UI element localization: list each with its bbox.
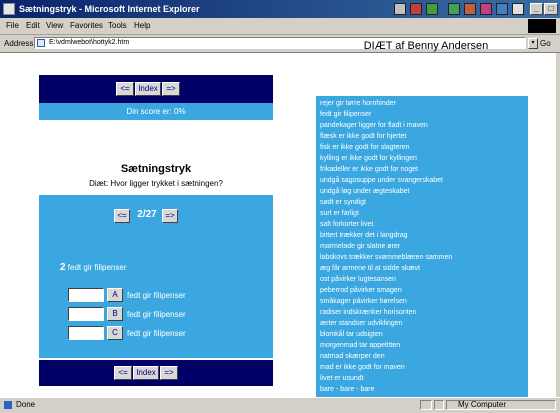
poem-line: flæsk er ikke godt for hjertet <box>320 133 407 140</box>
zone-text: My Computer <box>458 400 507 409</box>
score-text: Din score er: 0% <box>39 103 273 120</box>
question-sentence: 2 fedt gir filipenser <box>60 262 127 273</box>
poem-line: rejer gir tørre hornhinder <box>320 100 396 107</box>
exercise-title: Sætningstryk <box>120 163 192 175</box>
bottom-prev-button[interactable]: <= <box>114 366 132 380</box>
poem-line: livet er usundt <box>320 375 364 382</box>
answer-a-button[interactable]: A <box>107 288 123 302</box>
windows-logo-icon <box>528 19 556 33</box>
menu-bar: File Edit View Favorites Tools Help <box>0 18 560 35</box>
answer-b-input[interactable] <box>68 307 104 321</box>
status-cell <box>420 400 432 410</box>
bottom-next-button[interactable]: => <box>160 366 178 380</box>
taskbar-app-icon[interactable] <box>480 3 492 15</box>
poem-line: ærter standser udviklingen <box>320 320 403 327</box>
poem-line: fedt gir filipenser <box>320 111 372 118</box>
poem-line: morgenmad tar appetitten <box>320 342 401 349</box>
poem-line: undgå sagosuppe under svangerskabet <box>320 177 443 184</box>
window-titlebar: Sætningstryk - Microsoft Internet Explor… <box>0 0 560 18</box>
poem-line: kylling er ikke godt for kyllingen <box>320 155 417 162</box>
status-text: Done <box>16 400 36 409</box>
taskbar-app-icon[interactable] <box>426 3 438 15</box>
minimize-button[interactable]: _ <box>530 3 543 15</box>
poem-line: blomkål tar udsigten <box>320 331 383 338</box>
ie-app-icon <box>3 3 15 15</box>
status-cell <box>434 400 444 410</box>
top-prev-button[interactable]: <= <box>116 82 134 96</box>
taskbar-app-icon[interactable] <box>394 3 406 15</box>
poem-line: ost påvirker lugtesansen <box>320 276 396 283</box>
poem-line: labskovs trækker svømmeblæren sammen <box>320 254 453 261</box>
address-url: E:\vdmlwebot\hottyk2.htm <box>49 39 130 46</box>
poem-line: undgå løg under ægteskabet <box>320 188 410 195</box>
page-scrollbar[interactable] <box>556 53 560 397</box>
answer-b-button[interactable]: B <box>107 307 123 321</box>
answer-c-text: fedt gir filipenser <box>127 329 186 338</box>
menu-file[interactable]: File <box>6 18 19 34</box>
poem-line: bittert trækker det i langdrag <box>320 232 408 239</box>
top-next-button[interactable]: => <box>162 82 180 96</box>
answer-c-button[interactable]: C <box>107 326 123 340</box>
poem-line: surt er farligt <box>320 210 359 217</box>
taskbar-app-icon[interactable] <box>496 3 508 15</box>
poem-line: pandekager ligger for fladt i maven <box>320 122 428 129</box>
menu-view[interactable]: View <box>46 18 63 34</box>
menu-tools[interactable]: Tools <box>108 18 127 34</box>
answer-c-input[interactable] <box>68 326 104 340</box>
poem-line: peberrod påvirker smagen <box>320 287 402 294</box>
poem-line: radiser indskrænker horisonten <box>320 309 417 316</box>
status-bar: Done My Computer <box>0 397 560 413</box>
poem-line: fisk er ikke godt for slagteren <box>320 144 410 151</box>
poem-line: frikadeller er ikke godt for noget <box>320 166 419 173</box>
poem-line: småkager påvirker hørelsen <box>320 298 407 305</box>
taskbar-app-icon[interactable] <box>464 3 476 15</box>
sentence-number: 2 <box>60 262 66 273</box>
poem-line: mad er ikke godt for maven <box>320 364 405 371</box>
sentence-text: fedt gir filipenser <box>67 263 127 272</box>
top-index-button[interactable]: Index <box>135 82 161 96</box>
question-next-button[interactable]: => <box>162 209 178 223</box>
page-icon <box>37 39 45 47</box>
poem-line: marmelade gir slatne ører <box>320 243 401 250</box>
address-label: Address <box>4 39 34 48</box>
poem-line: æg får armene til at sidde skævt <box>320 265 420 272</box>
menu-edit[interactable]: Edit <box>26 18 40 34</box>
go-button[interactable]: Go <box>540 39 551 48</box>
exercise-subtitle: Diæt: Hvor ligger trykket i sætningen? <box>89 179 223 188</box>
answer-a-input[interactable] <box>68 288 104 302</box>
poem-line: bare - bare - bare <box>320 386 375 393</box>
taskbar-app-icon[interactable] <box>410 3 422 15</box>
menu-help[interactable]: Help <box>134 18 150 34</box>
taskbar-app-icon[interactable] <box>512 3 524 15</box>
poem-line: natmad skærper den <box>320 353 385 360</box>
page-status-icon <box>4 401 12 409</box>
answer-b-text: fedt gir filipenser <box>127 310 186 319</box>
poem-line: sødt er syndigt <box>320 199 366 206</box>
answer-a-text: fedt gir filipenser <box>127 291 186 300</box>
poem-title: DIÆT af Benny Andersen <box>363 40 489 52</box>
question-prev-button[interactable]: <= <box>114 209 130 223</box>
question-counter: 2/27 <box>137 209 157 220</box>
menu-favorites[interactable]: Favorites <box>70 18 103 34</box>
bottom-index-button[interactable]: Index <box>133 366 159 380</box>
maximize-button[interactable]: □ <box>544 3 558 15</box>
window-title: Sætningstryk - Microsoft Internet Explor… <box>19 4 200 14</box>
taskbar-app-icon[interactable] <box>448 3 460 15</box>
poem-line: salt forkorter livet <box>320 221 374 228</box>
